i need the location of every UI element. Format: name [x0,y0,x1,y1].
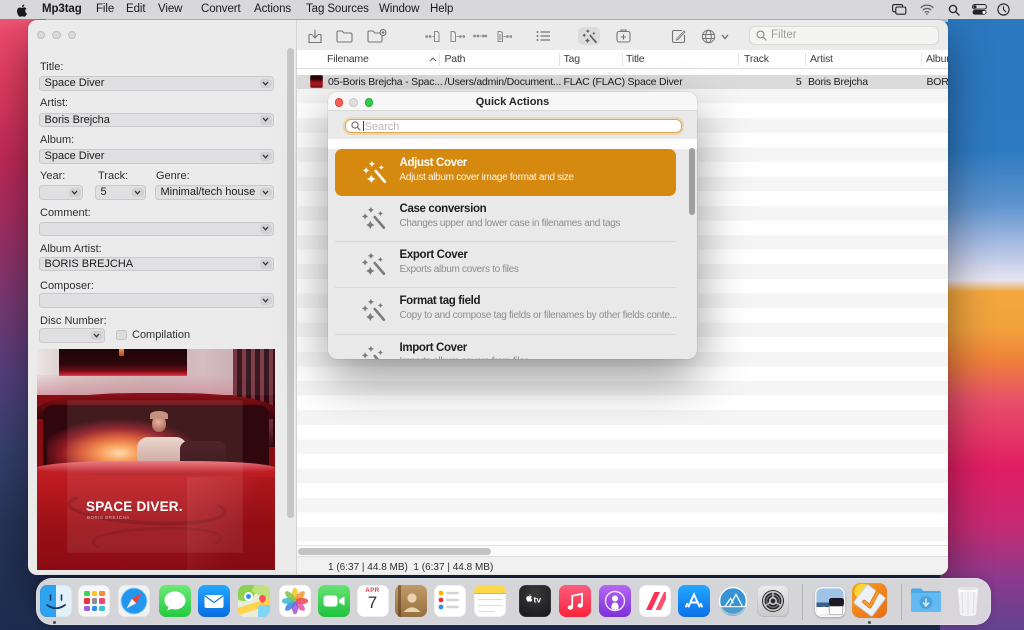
svg-text:tv: tv [534,594,542,604]
